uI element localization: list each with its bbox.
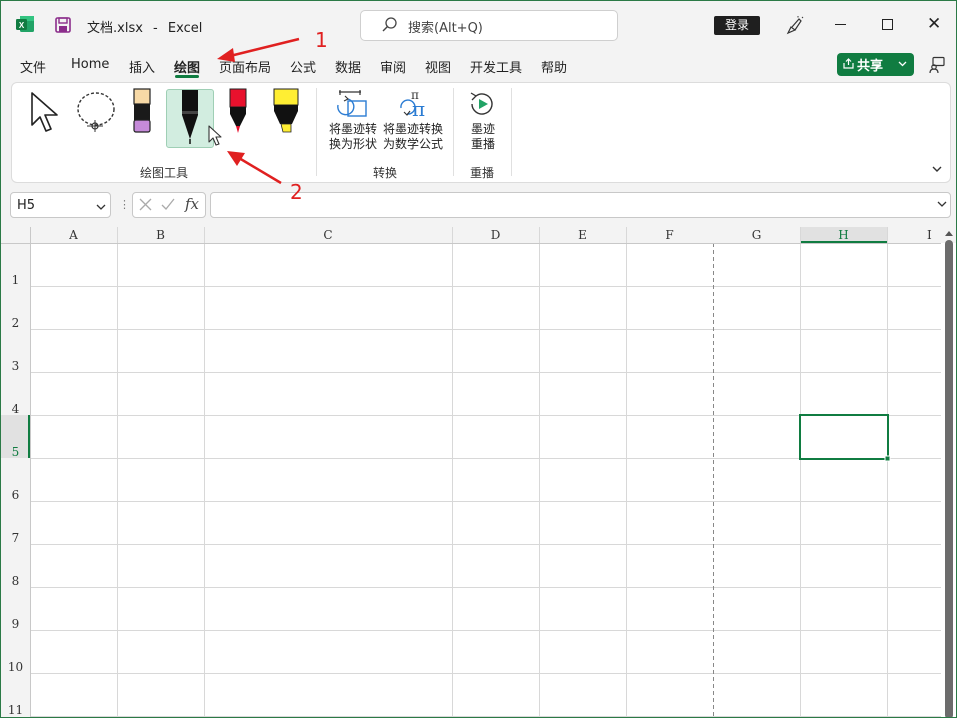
yellow-highlighter-icon[interactable] [271,88,301,135]
tab-view[interactable]: 视图 [425,57,451,76]
row-header-10[interactable]: 10 [1,660,30,674]
title-separator: - [153,21,158,36]
cancel-icon[interactable] [139,198,152,211]
svg-text:π: π [412,97,425,119]
fill-handle[interactable] [884,455,891,462]
document-title: 文档.xlsx - Excel [87,17,202,36]
excel-app-icon: X [16,16,34,32]
ink-to-math-button[interactable]: 将墨迹转换 为数学公式 [382,122,444,152]
ink-to-math-icon[interactable]: π π [397,88,431,119]
tab-insert[interactable]: 插入 [129,57,155,76]
row-header-2[interactable]: 2 [1,316,30,330]
designer-brush-icon[interactable] [784,15,804,35]
column-header-e[interactable]: E [539,227,626,243]
ink-to-shape-icon[interactable] [335,89,369,119]
spreadsheet-grid[interactable]: A B C D E F G H I 1 2 3 4 5 6 7 8 9 10 1… [1,227,956,717]
formula-input[interactable] [210,192,951,218]
ribbon-separator [453,88,454,176]
search-icon [382,17,397,32]
login-button[interactable]: 登录 [714,16,760,35]
title-bar: X 文档.xlsx - Excel 搜索(Alt+Q) 登录 ✕ [1,1,956,51]
app-name: Excel [167,21,203,36]
search-placeholder: 搜索(Alt+Q) [408,21,483,36]
share-label: 共享 [857,59,884,74]
select-cursor-icon[interactable] [29,91,61,135]
formula-bar-grip[interactable]: ⋮ [119,198,130,211]
row-header-3[interactable]: 3 [1,359,30,373]
ink-replay-button[interactable]: 墨迹 重播 [463,122,503,152]
column-header-b[interactable]: B [117,227,204,243]
group-label-replay: 重播 [470,166,495,180]
ribbon-separator [511,88,512,176]
active-tab-indicator [175,75,199,78]
insert-function-icon[interactable]: fx [185,195,199,213]
group-label-drawing-tools: 绘图工具 [140,166,189,180]
expand-formula-chevron-icon[interactable] [937,199,947,209]
row-header-11[interactable]: 11 [1,703,30,717]
tab-review[interactable]: 审阅 [380,57,406,76]
chevron-down-icon[interactable] [897,58,908,69]
column-header-a[interactable]: A [30,227,117,243]
row-header-4[interactable]: 4 [1,402,30,416]
group-label-convert: 转换 [373,166,398,180]
annotation-label-2: 2 [290,180,303,204]
vertical-scrollbar-thumb[interactable] [945,240,953,717]
column-header-f[interactable]: F [626,227,713,243]
share-icon [843,58,854,69]
column-header-h[interactable]: H [800,227,887,243]
row-header-8[interactable]: 8 [1,574,30,588]
tab-file[interactable]: 文件 [20,57,46,76]
row-header-1[interactable]: 1 [1,273,30,287]
tab-developer[interactable]: 开发工具 [470,57,522,76]
eraser-icon[interactable] [131,88,153,135]
svg-text:X: X [19,21,25,30]
minimize-button[interactable] [835,24,846,25]
tab-formulas[interactable]: 公式 [290,57,316,76]
column-header-g[interactable]: G [713,227,800,243]
chevron-down-icon[interactable] [96,202,106,212]
mouse-pointer-icon [208,125,222,146]
tab-data[interactable]: 数据 [335,57,361,76]
ribbon-expand-chevron-icon[interactable] [931,163,943,175]
close-button[interactable]: ✕ [927,16,941,33]
lasso-select-icon[interactable] [73,89,119,135]
scroll-up-arrow-icon[interactable] [944,229,954,239]
excel-window: X 文档.xlsx - Excel 搜索(Alt+Q) 登录 ✕ 文件 Home [0,0,957,718]
tab-home[interactable]: Home [71,57,109,72]
annotation-label-1: 1 [315,28,328,52]
file-name: 文档.xlsx [87,21,143,36]
tab-help[interactable]: 帮助 [541,57,567,76]
feedback-icon[interactable] [928,56,946,74]
ink-to-shape-button[interactable]: 将墨迹转 换为形状 [327,122,379,152]
selected-cell-border [799,414,889,460]
row-header-7[interactable]: 7 [1,531,30,545]
red-pen-icon[interactable] [228,88,248,135]
save-icon[interactable] [54,16,72,34]
ink-replay-icon[interactable] [467,89,497,119]
column-header-c[interactable]: C [204,227,452,243]
grid-lines [1,227,956,717]
row-header-9[interactable]: 9 [1,617,30,631]
tab-draw[interactable]: 绘图 [174,57,200,76]
ribbon-separator [316,88,317,176]
black-pen-icon [182,90,198,144]
name-box[interactable]: H5 [10,192,111,218]
row-header-5[interactable]: 5 [1,445,30,459]
share-button[interactable]: 共享 [837,53,914,76]
enter-check-icon[interactable] [161,198,175,211]
tab-page-layout[interactable]: 页面布局 [219,57,271,76]
column-header-d[interactable]: D [452,227,539,243]
row-header-6[interactable]: 6 [1,488,30,502]
name-box-value: H5 [17,198,36,213]
maximize-button[interactable] [882,19,893,30]
